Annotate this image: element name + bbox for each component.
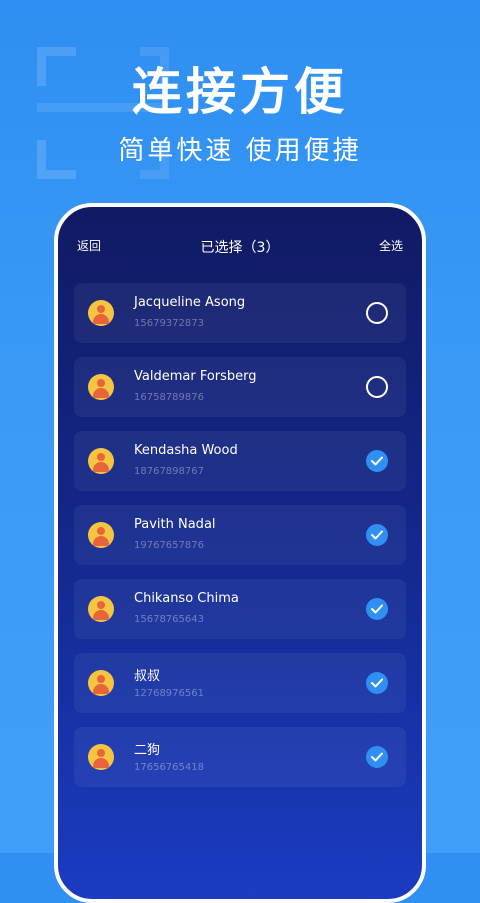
person-avatar-icon xyxy=(88,374,114,400)
checkmark-icon[interactable] xyxy=(366,450,388,472)
empty-circle-icon[interactable] xyxy=(366,302,388,324)
contact-phone: 15678765643 xyxy=(134,614,204,625)
person-avatar-icon xyxy=(88,744,114,770)
contact-name: Kendasha Wood xyxy=(134,443,238,458)
contact-row[interactable]: Pavith Nadal 19767657876 xyxy=(74,505,406,565)
person-avatar-icon xyxy=(88,596,114,622)
phone-frame: 返回 已选择（3） 全选 Jacqueline Asong 15679372873… xyxy=(54,203,426,903)
contact-phone: 19767657876 xyxy=(134,540,204,551)
promo-subline: 简单快速 使用便捷 xyxy=(118,136,362,166)
contact-row[interactable]: 叔叔 12768976561 xyxy=(74,653,406,713)
checkmark-icon[interactable] xyxy=(366,598,388,620)
contact-row[interactable]: 二狗 17656765418 xyxy=(74,727,406,787)
person-avatar-icon xyxy=(88,522,114,548)
contact-row[interactable]: Kendasha Wood 18767898767 xyxy=(74,431,406,491)
select-all-button[interactable]: 全选 xyxy=(379,237,403,254)
contact-phone: 12768976561 xyxy=(134,688,204,699)
nav-bar: 返回 已选择（3） 全选 xyxy=(58,237,422,257)
checkmark-icon[interactable] xyxy=(366,524,388,546)
contact-name: 二狗 xyxy=(134,743,161,758)
contact-row[interactable]: Valdemar Forsberg 16758789876 xyxy=(74,357,406,417)
contact-row[interactable]: Chikanso Chima 15678765643 xyxy=(74,579,406,639)
person-avatar-icon xyxy=(88,670,114,696)
person-avatar-icon xyxy=(88,448,114,474)
contact-list: Jacqueline Asong 15679372873 Valdemar Fors… xyxy=(74,283,406,801)
promo-headline: 连接方便 xyxy=(132,63,348,121)
contact-name: Pavith Nadal xyxy=(134,517,216,532)
contact-name: 叔叔 xyxy=(134,669,161,684)
contact-row[interactable]: Jacqueline Asong 15679372873 xyxy=(74,283,406,343)
contact-name: Chikanso Chima xyxy=(134,591,239,606)
checkmark-icon[interactable] xyxy=(366,746,388,768)
contact-name: Valdemar Forsberg xyxy=(134,369,257,384)
contact-phone: 17656765418 xyxy=(134,762,204,773)
contact-phone: 18767898767 xyxy=(134,466,204,477)
contact-phone: 15679372873 xyxy=(134,318,204,329)
checkmark-icon[interactable] xyxy=(366,672,388,694)
empty-circle-icon[interactable] xyxy=(366,376,388,398)
page-title: 已选择（3） xyxy=(200,240,280,256)
contact-name: Jacqueline Asong xyxy=(134,295,246,310)
person-avatar-icon xyxy=(88,300,114,326)
contact-phone: 16758789876 xyxy=(134,392,204,403)
